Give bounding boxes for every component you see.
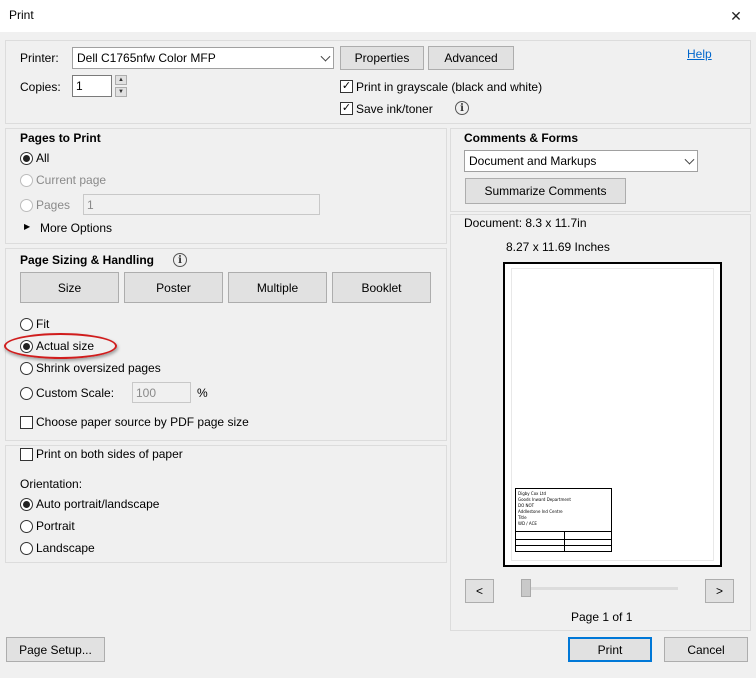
more-options-label[interactable]: More Options xyxy=(40,221,112,235)
current-page-radio[interactable] xyxy=(20,174,33,187)
tab-multiple[interactable]: Multiple xyxy=(228,272,327,303)
page-slider-track[interactable] xyxy=(521,587,678,590)
comments-forms-select-value: Document and Markups xyxy=(469,154,597,168)
copies-label: Copies: xyxy=(20,80,61,94)
actual-size-label: Actual size xyxy=(36,339,95,353)
close-button[interactable]: ✕ xyxy=(720,2,752,30)
actual-size-radio[interactable] xyxy=(20,340,33,353)
page-preview: Digby Cox Ltd Goods Inward Department DO… xyxy=(503,262,722,567)
page-sizing-info-icon[interactable]: i xyxy=(173,253,187,267)
landscape-radio[interactable] xyxy=(20,542,33,555)
copies-input[interactable]: 1 xyxy=(72,75,112,97)
landscape-label: Landscape xyxy=(36,541,95,555)
paper-source-label: Choose paper source by PDF page size xyxy=(36,415,249,429)
arrow-down-icon: ▼ xyxy=(118,89,124,95)
fit-radio[interactable] xyxy=(20,318,33,331)
page-preview-content: Digby Cox Ltd Goods Inward Department DO… xyxy=(511,268,714,561)
pages-range-radio[interactable] xyxy=(20,199,33,212)
check-icon: ✓ xyxy=(341,102,352,114)
custom-scale-radio[interactable] xyxy=(20,387,33,400)
window-title: Print xyxy=(9,8,34,22)
auto-orientation-radio[interactable] xyxy=(20,498,33,511)
expand-triangle-icon[interactable]: ▶ xyxy=(24,222,30,231)
title-block-line: Title xyxy=(518,515,527,520)
chevron-down-icon xyxy=(320,51,331,62)
title-block-line: DO NOT xyxy=(518,503,535,508)
portrait-radio[interactable] xyxy=(20,520,33,533)
printer-label: Printer: xyxy=(20,51,59,65)
page-setup-button[interactable]: Page Setup... xyxy=(6,637,105,662)
advanced-button[interactable]: Advanced xyxy=(428,46,514,70)
title-block-divider xyxy=(564,531,565,551)
auto-orientation-label: Auto portrait/landscape xyxy=(36,497,160,511)
close-icon: ✕ xyxy=(730,7,742,24)
custom-scale-input[interactable]: 100 xyxy=(132,382,191,403)
percent-sign: % xyxy=(197,386,208,400)
cancel-button[interactable]: Cancel xyxy=(664,637,748,662)
copies-down-button[interactable]: ▼ xyxy=(115,87,127,97)
tab-size[interactable]: Size xyxy=(20,272,119,303)
page-sizing-heading: Page Sizing & Handling xyxy=(20,253,155,267)
grayscale-label: Print in grayscale (black and white) xyxy=(356,80,543,94)
tab-booklet[interactable]: Booklet xyxy=(332,272,431,303)
portrait-label: Portrait xyxy=(36,519,75,533)
title-block-line: Digby Cox Ltd xyxy=(518,491,546,496)
page-slider-thumb[interactable] xyxy=(521,579,531,597)
page-indicator: Page 1 of 1 xyxy=(571,610,633,624)
duplex-label: Print on both sides of paper xyxy=(36,447,183,461)
check-icon: ✓ xyxy=(341,80,352,92)
paper-size-label: 8.27 x 11.69 Inches xyxy=(506,240,610,254)
all-pages-label: All xyxy=(36,151,50,165)
copies-up-button[interactable]: ▲ xyxy=(115,75,127,85)
orientation-heading: Orientation: xyxy=(20,477,83,491)
title-block-line: Addlestone Ind Centre xyxy=(518,509,563,514)
chevron-down-icon xyxy=(684,154,695,165)
save-ink-label: Save ink/toner xyxy=(356,102,433,116)
shrink-oversized-label: Shrink oversized pages xyxy=(36,361,161,375)
title-bar: Print ✕ xyxy=(0,0,756,32)
document-size-label: Document: 8.3 x 11.7in xyxy=(464,216,587,230)
paper-source-checkbox[interactable] xyxy=(20,416,33,429)
save-ink-checkbox[interactable]: ✓ xyxy=(340,102,353,115)
previous-page-button[interactable]: < xyxy=(465,579,494,603)
help-link[interactable]: Help xyxy=(687,47,712,61)
drawing-title-block: Digby Cox Ltd Goods Inward Department DO… xyxy=(515,488,612,552)
tab-poster[interactable]: Poster xyxy=(124,272,223,303)
grayscale-checkbox[interactable]: ✓ xyxy=(340,80,353,93)
printer-select-value: Dell C1765nfw Color MFP xyxy=(77,51,216,65)
comments-forms-heading: Comments & Forms xyxy=(464,131,579,145)
title-block-line: Goods Inward Department xyxy=(518,497,571,502)
title-block-line: WD / ACE xyxy=(518,521,537,526)
next-page-button[interactable]: > xyxy=(705,579,734,603)
printer-select[interactable]: Dell C1765nfw Color MFP xyxy=(72,47,334,69)
properties-button[interactable]: Properties xyxy=(340,46,424,70)
current-page-label: Current page xyxy=(36,173,107,187)
pages-range-label: Pages xyxy=(36,198,71,212)
save-ink-info-icon[interactable]: i xyxy=(455,101,469,115)
all-pages-radio[interactable] xyxy=(20,152,33,165)
comments-forms-select[interactable]: Document and Markups xyxy=(464,150,698,172)
arrow-up-icon: ▲ xyxy=(118,77,124,83)
print-button[interactable]: Print xyxy=(568,637,652,662)
custom-scale-label: Custom Scale: xyxy=(36,386,115,400)
pages-range-input[interactable]: 1 xyxy=(83,194,320,215)
pages-to-print-heading: Pages to Print xyxy=(20,131,101,145)
duplex-checkbox[interactable] xyxy=(20,448,33,461)
fit-label: Fit xyxy=(36,317,50,331)
summarize-comments-button[interactable]: Summarize Comments xyxy=(465,178,626,204)
shrink-oversized-radio[interactable] xyxy=(20,362,33,375)
